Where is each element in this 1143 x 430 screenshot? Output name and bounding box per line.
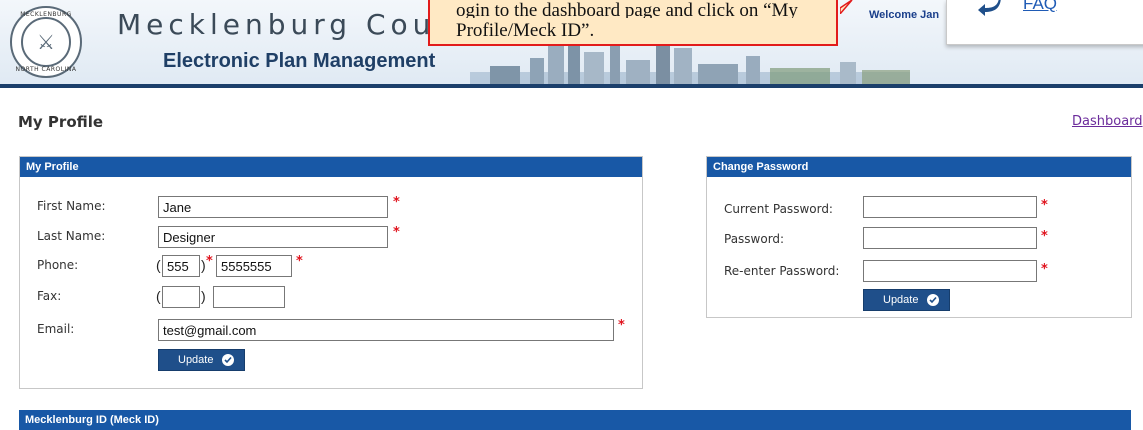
last-name-label: Last Name: [37, 229, 106, 243]
back-arrow-icon [978, 0, 1001, 16]
new-password-input[interactable] [863, 227, 1037, 249]
reenter-password-label: Re-enter Password: [724, 264, 840, 278]
seal-emblem-icon: ⚔ [21, 17, 71, 67]
email-input[interactable] [158, 319, 614, 341]
fax-area-code-input[interactable] [162, 286, 200, 308]
callout-text-line1: ogin to the dashboard page and click on … [456, 0, 798, 18]
welcome-text: Welcome Jan [869, 9, 940, 21]
check-circle-icon [927, 294, 940, 306]
email-required-marker: * [618, 318, 625, 333]
fax-paren-close: ) [201, 288, 206, 304]
phone-area-code-input[interactable] [162, 255, 200, 277]
last-name-required-marker: * [393, 225, 400, 240]
first-name-input[interactable] [158, 196, 388, 218]
email-label: Email: [37, 322, 75, 336]
meck-id-panel-header: Mecklenburg ID (Meck ID) [19, 410, 1131, 430]
reenter-password-input[interactable] [863, 260, 1037, 282]
callout-arrow-icon [840, 0, 853, 14]
phone-number-input[interactable] [216, 255, 292, 277]
faq-panel: FAQ [946, 0, 1143, 45]
fax-number-input[interactable] [213, 286, 285, 308]
password-update-button-label: Update [883, 294, 919, 306]
dashboard-link[interactable]: Dashboard [1072, 114, 1143, 129]
page-title: My Profile [18, 113, 104, 131]
check-circle-icon [222, 354, 235, 366]
my-profile-panel: My Profile First Name: * Last Name: * Ph… [19, 156, 643, 389]
phone-paren-open: ( [156, 257, 161, 273]
phone-area-required-marker: * [206, 254, 213, 269]
current-password-required-marker: * [1041, 198, 1048, 213]
reenter-password-required-marker: * [1041, 262, 1048, 277]
first-name-required-marker: * [393, 195, 400, 210]
current-password-label: Current Password: [724, 202, 833, 216]
password-label: Password: [724, 232, 785, 246]
change-password-panel: Change Password Current Password: * Pass… [706, 156, 1132, 318]
current-password-input[interactable] [863, 196, 1037, 218]
fax-paren-open: ( [156, 288, 161, 304]
fax-label: Fax: [37, 289, 62, 303]
last-name-input[interactable] [158, 226, 388, 248]
faq-link[interactable]: FAQ [1023, 0, 1057, 14]
my-profile-panel-header: My Profile [20, 157, 642, 177]
password-update-button[interactable]: Update [863, 289, 951, 311]
callout-text-line2: Profile/Meck ID”. [456, 20, 595, 41]
seal-text-bottom: NORTH CAROLINA [15, 66, 77, 73]
instruction-callout: ogin to the dashboard page and click on … [428, 0, 838, 46]
seal-text-top: MECKLENBURG [20, 11, 72, 18]
county-seal-logo: MECKLENBURG ⚔ NORTH CAROLINA [10, 6, 82, 78]
profile-update-button[interactable]: Update [158, 349, 246, 371]
profile-update-button-label: Update [178, 354, 214, 366]
change-password-panel-header: Change Password [707, 157, 1131, 177]
phone-number-required-marker: * [296, 254, 303, 269]
first-name-label: First Name: [37, 199, 106, 213]
phone-label: Phone: [37, 258, 79, 272]
site-subtitle: Electronic Plan Management [163, 50, 436, 72]
phone-paren-close: ) [201, 257, 206, 273]
banner-divider [0, 84, 1143, 88]
password-required-marker: * [1041, 229, 1048, 244]
